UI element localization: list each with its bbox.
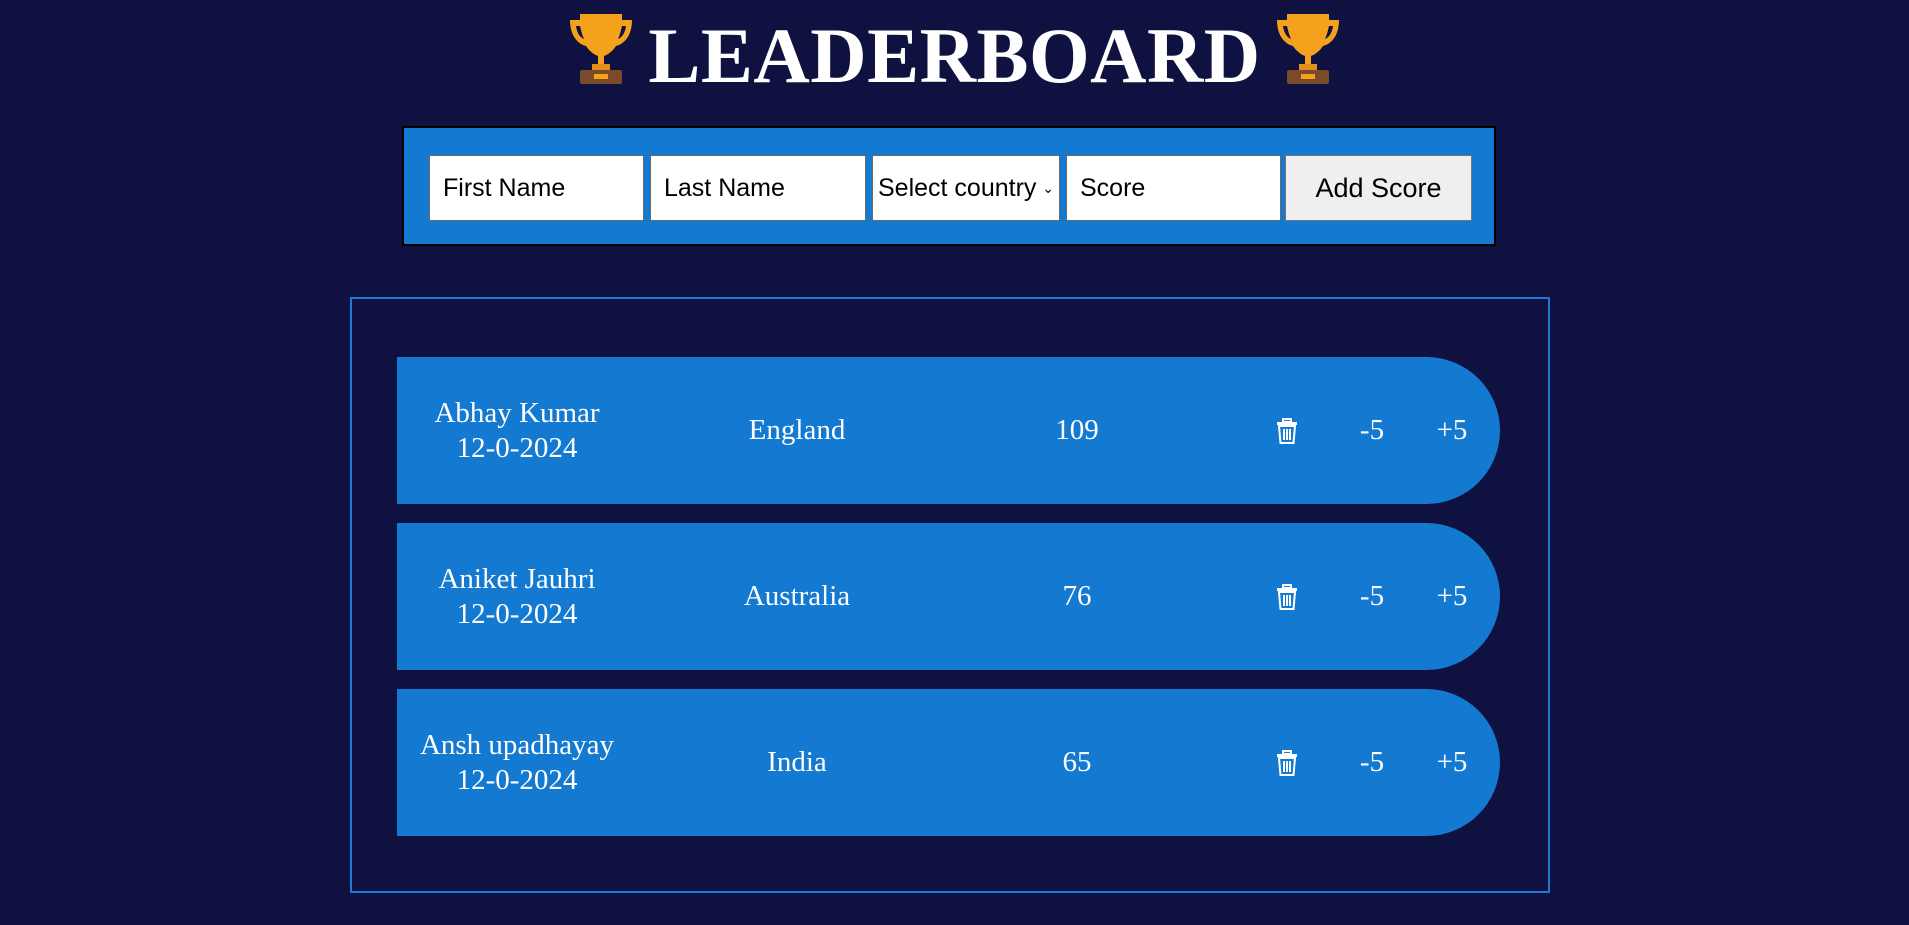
decrease-score-button[interactable]: -5 (1342, 689, 1402, 836)
page-title: LEADERBOARD (0, 8, 1909, 104)
player-country: England (748, 414, 846, 446)
leaderboard-row: Aniket Jauhri 12-0-2024 Australia 76 -5 … (397, 523, 1500, 670)
score-input[interactable] (1066, 155, 1281, 221)
decrease-score-button[interactable]: -5 (1342, 523, 1402, 670)
player-name: Ansh upadhayay (419, 728, 615, 761)
increase-score-button[interactable]: +5 (1422, 357, 1482, 504)
delete-button[interactable] (1267, 689, 1307, 836)
player-info: Ansh upadhayay 12-0-2024 (397, 689, 637, 836)
delete-button[interactable] (1267, 523, 1307, 670)
entry-date: 12-0-2024 (456, 431, 578, 464)
leaderboard-row: Ansh upadhayay 12-0-2024 India 65 -5 +5 (397, 689, 1500, 836)
player-score: 65 (1062, 746, 1092, 778)
delete-button[interactable] (1267, 357, 1307, 504)
trash-icon (1277, 417, 1297, 444)
entry-date: 12-0-2024 (456, 763, 578, 796)
country-select[interactable]: Select country ⌄ (872, 155, 1060, 221)
player-info: Aniket Jauhri 12-0-2024 (397, 523, 637, 670)
player-info: Abhay Kumar 12-0-2024 (397, 357, 637, 504)
chevron-down-icon: ⌄ (1042, 180, 1054, 196)
leaderboard-row: Abhay Kumar 12-0-2024 England 109 -5 +5 (397, 357, 1500, 504)
trophy-icon (570, 14, 633, 84)
add-score-form: Select country ⌄ Add Score (402, 126, 1496, 246)
player-name: Abhay Kumar (434, 396, 600, 429)
entry-date: 12-0-2024 (456, 597, 578, 630)
player-country: Australia (743, 580, 851, 612)
country-select-value: Select country (878, 174, 1037, 202)
decrease-score-button[interactable]: -5 (1342, 357, 1402, 504)
trophy-icon (1276, 14, 1339, 84)
title-text: LEADERBOARD (648, 12, 1261, 99)
last-name-input[interactable] (650, 155, 866, 221)
player-name: Aniket Jauhri (438, 562, 596, 595)
leaderboard-page: LEADERBOARD Select country ⌄ Add Score A… (0, 0, 1909, 925)
player-score: 109 (1055, 414, 1099, 446)
trash-icon (1277, 749, 1297, 776)
trash-icon (1277, 583, 1297, 610)
first-name-input[interactable] (429, 155, 644, 221)
player-score: 76 (1062, 580, 1092, 612)
increase-score-button[interactable]: +5 (1422, 523, 1482, 670)
player-country: India (767, 746, 827, 778)
increase-score-button[interactable]: +5 (1422, 689, 1482, 836)
add-score-button[interactable]: Add Score (1285, 155, 1472, 221)
leaderboard-list: Abhay Kumar 12-0-2024 England 109 -5 +5 (350, 297, 1550, 893)
